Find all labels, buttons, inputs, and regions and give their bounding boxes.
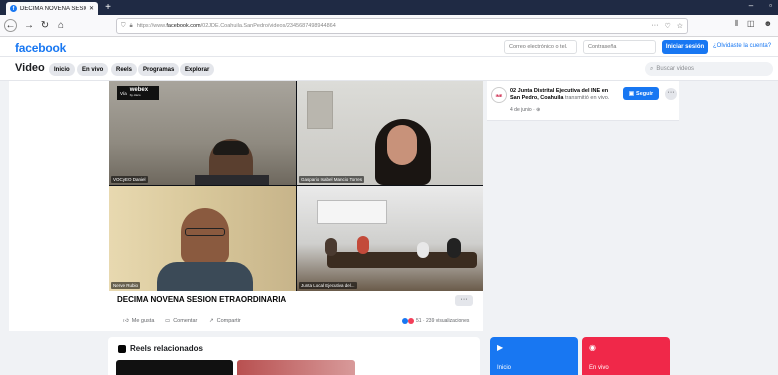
toolbar-right: ⫴ ◫ ☻ xyxy=(735,19,772,29)
attendee xyxy=(417,242,429,258)
browser-nav-bar: ← → ↻ ⌂ ⛉ 🔒︎ https://www.facebook.com/02… xyxy=(0,15,778,37)
email-field[interactable] xyxy=(504,40,577,54)
inicio-card-label: Inicio xyxy=(497,365,512,371)
attendee xyxy=(447,238,461,258)
reel-thumbnail[interactable] xyxy=(237,360,355,375)
video-search-placeholder: Buscar videos xyxy=(656,66,695,72)
participant-name: Nerve Rubio xyxy=(111,282,141,289)
room-window xyxy=(317,200,387,224)
close-tab-icon[interactable]: ✕ xyxy=(89,5,94,12)
video-title: DECIMA NOVENA SESION ETRAORDINARIA xyxy=(117,295,287,304)
video-more-button[interactable]: ··· xyxy=(455,295,473,306)
participant-name: Junta Local Ejecutiva del... xyxy=(299,282,357,289)
participant-body xyxy=(157,262,253,291)
tab-reels[interactable]: Reels xyxy=(111,63,138,76)
account-icon[interactable]: ☻ xyxy=(764,19,772,29)
video-card: Vía webex by cisco VOCyEO Daniel Gaspario… xyxy=(9,81,483,331)
share-icon: ↗ xyxy=(209,318,214,324)
bookmark-star-icon[interactable]: ☆ xyxy=(677,22,683,30)
new-tab-button[interactable]: + xyxy=(102,2,114,13)
shield-icon: ⛉ xyxy=(121,22,126,29)
thumbs-up-icon: 👍︎ xyxy=(123,318,129,324)
follow-button[interactable]: ▣ Seguir xyxy=(623,87,659,100)
library-icon[interactable]: ⫴ xyxy=(735,19,738,29)
tab-inicio[interactable]: Inicio xyxy=(49,63,75,76)
reel-thumbnail[interactable] xyxy=(116,360,233,375)
transmission-text: transmitió en vivo. xyxy=(565,95,610,101)
browser-tab-bar: f DECIMA NOVENA SESION ETC ✕ + – ▫ xyxy=(0,0,778,15)
url-bar[interactable]: ⛉ 🔒︎ https://www.facebook.com/02JDE.Coah… xyxy=(116,18,688,34)
participant-name: Gaspario Isabel Mancio Torres xyxy=(299,176,364,183)
en-vivo-card-label: En vivo xyxy=(589,365,609,371)
url-text: https://www.facebook.com/02JDE.Coahuila.… xyxy=(136,23,336,29)
avatar[interactable]: INE xyxy=(491,87,507,103)
forgot-account-link[interactable]: ¿Olvidaste la cuenta? xyxy=(713,43,771,49)
share-button[interactable]: ↗ Compartir xyxy=(209,318,241,324)
maximize-icon[interactable]: ▫ xyxy=(769,1,772,10)
browser-tab[interactable]: f DECIMA NOVENA SESION ETC ✕ xyxy=(6,2,98,15)
participant-hair xyxy=(213,141,249,155)
love-reaction-icon xyxy=(408,318,414,324)
wall-frame xyxy=(307,91,333,129)
play-icon: ▶ xyxy=(497,343,504,352)
password-field[interactable] xyxy=(583,40,656,54)
lock-icon: 🔒︎ xyxy=(129,22,133,29)
related-reels: Reels relacionados xyxy=(108,337,480,375)
participant-name: VOCyEO Daniel xyxy=(111,176,148,183)
reels-icon xyxy=(118,344,126,353)
search-icon: ⌕ xyxy=(650,65,654,72)
post-more-button[interactable]: ··· xyxy=(665,88,677,100)
tab-en-vivo[interactable]: En vivo xyxy=(77,63,109,76)
comment-button[interactable]: ▭ Comentar xyxy=(165,318,197,324)
webex-badge: Vía webex by cisco xyxy=(117,86,159,100)
attendee xyxy=(357,236,369,254)
video-player[interactable]: Vía webex by cisco VOCyEO Daniel Gaspario… xyxy=(109,81,483,291)
login-button[interactable]: Iniciar sesión xyxy=(662,40,708,54)
tab-title: DECIMA NOVENA SESION ETC xyxy=(20,5,86,12)
tab-explorar[interactable]: Explorar xyxy=(180,63,215,76)
facebook-header: facebook Iniciar sesión ¿Olvidaste la cu… xyxy=(0,37,778,57)
pocket-icon[interactable]: ♡ xyxy=(664,22,670,30)
video-nav: Video Inicio En vivo Reels Programas Exp… xyxy=(0,57,778,81)
window-controls: – ▫ xyxy=(749,1,772,10)
participant-tile: Nerve Rubio xyxy=(109,186,296,291)
participant-face xyxy=(181,208,229,264)
tab-programas[interactable]: Programas xyxy=(138,63,180,76)
reels-section-title: Reels relacionados xyxy=(118,344,203,353)
post-info: INE 02 Junta Distrital Ejecutiva del INE… xyxy=(487,81,679,121)
follow-icon: ▣ xyxy=(628,90,635,97)
participant-tile: Vía webex by cisco VOCyEO Daniel xyxy=(109,81,296,185)
inicio-card[interactable]: ▶ Inicio xyxy=(490,337,578,375)
sidebar-icon[interactable]: ◫ xyxy=(747,19,755,29)
facebook-logo[interactable]: facebook xyxy=(15,41,66,55)
comment-icon: ▭ xyxy=(165,318,171,324)
back-arrow-icon[interactable]: ← xyxy=(4,19,17,32)
en-vivo-card[interactable]: ◉ En vivo xyxy=(582,337,670,375)
video-stats[interactable]: 51 · 239 visualizaciones xyxy=(402,318,469,324)
live-icon: ◉ xyxy=(589,343,596,352)
glasses xyxy=(185,228,225,236)
participant-tile: Junta Local Ejecutiva del... xyxy=(297,186,483,291)
like-button[interactable]: 👍︎ Me gusta xyxy=(123,318,154,324)
reload-icon[interactable]: ↻ xyxy=(38,19,52,33)
participant-face xyxy=(387,125,417,165)
participant-tile: Gaspario Isabel Mancio Torres xyxy=(297,81,483,185)
forward-arrow-icon[interactable]: → xyxy=(22,19,36,33)
page-actions-icon[interactable]: ··· xyxy=(651,22,658,30)
post-date[interactable]: 4 de junio · ⊕ xyxy=(510,107,540,113)
attendee xyxy=(325,238,337,256)
video-search-input[interactable]: ⌕ Buscar videos xyxy=(645,62,773,76)
home-icon[interactable]: ⌂ xyxy=(54,19,68,33)
participant-body xyxy=(195,175,269,185)
facebook-favicon-icon: f xyxy=(10,5,17,12)
video-section-title: Video xyxy=(15,62,45,74)
page-name: 02 Junta Distrital Ejecutiva del INE en … xyxy=(510,88,616,102)
minimize-icon[interactable]: – xyxy=(749,1,753,10)
